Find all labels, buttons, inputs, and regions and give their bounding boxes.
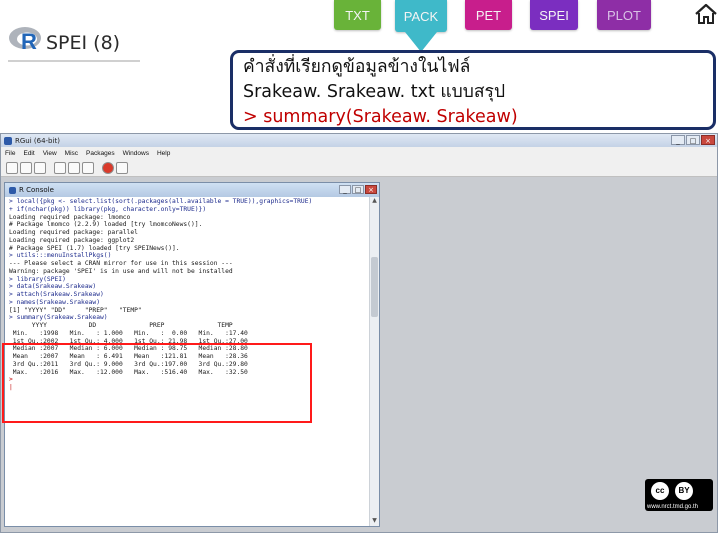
rgui-titlebar[interactable]: RGui (64-bit) _ □ × bbox=[1, 134, 717, 147]
menu-view[interactable]: View bbox=[43, 150, 57, 157]
console-line: Loading required package: lmomco bbox=[9, 213, 131, 221]
tab-spei[interactable]: SPEI bbox=[530, 0, 578, 30]
console-maximize-button[interactable]: □ bbox=[352, 185, 364, 194]
page-title: SPEI (8) bbox=[46, 32, 121, 54]
rgui-menubar: File Edit View Misc Packages Windows Hel… bbox=[1, 147, 717, 159]
tab-pack-label: PACK bbox=[403, 8, 439, 24]
console-scrollbar[interactable]: ▲ ▼ bbox=[369, 197, 379, 526]
console-line: # Package lmomco (2.2.9) loaded [try lmo… bbox=[9, 221, 203, 229]
r-console-controls: _ □ × bbox=[339, 185, 377, 194]
tab-pack[interactable]: PACK bbox=[395, 0, 447, 32]
maximize-button[interactable]: □ bbox=[686, 135, 700, 145]
by-icon: BY bbox=[675, 482, 693, 500]
cc-icon: cc bbox=[651, 482, 669, 500]
console-line: Min. :1998 Min. : 1.000 Min. : 0.00 Min.… bbox=[9, 329, 248, 337]
scroll-thumb[interactable] bbox=[371, 257, 378, 317]
copy-paste-icon[interactable] bbox=[82, 161, 94, 174]
console-line: YYYY DD PREP TEMP bbox=[9, 322, 233, 329]
home-icon[interactable] bbox=[694, 2, 718, 26]
tab-pet[interactable]: PET bbox=[465, 0, 512, 30]
console-line: > library(SPEI) bbox=[9, 275, 66, 283]
scroll-up-icon[interactable]: ▲ bbox=[370, 197, 379, 206]
console-line: --- Please select a CRAN mirror for use … bbox=[9, 260, 233, 267]
instruction-line-2: Srakeaw. Srakeaw. txt แบบสรุป bbox=[243, 82, 506, 102]
menu-misc[interactable]: Misc bbox=[65, 150, 78, 157]
scroll-down-icon[interactable]: ▼ bbox=[370, 517, 379, 526]
license-url: www.nrct.tmd.go.th bbox=[647, 504, 699, 510]
console-minimize-button[interactable]: _ bbox=[339, 185, 351, 194]
console-line: [1] "YYYY" "DD" "PREP" "TEMP" bbox=[9, 306, 142, 314]
console-line: > local({pkg <- select.list(sort(.packag… bbox=[9, 198, 313, 205]
tab-spei-label: SPEI bbox=[539, 7, 569, 23]
svg-text:R: R bbox=[21, 29, 37, 54]
console-line: Loading required package: ggplot2 bbox=[9, 236, 135, 244]
console-line: Loading required package: parallel bbox=[9, 229, 138, 236]
tab-plot[interactable]: PLOT bbox=[597, 0, 651, 30]
console-line: > attach(Srakeaw.Srakeaw) bbox=[9, 291, 104, 298]
load-workspace-icon[interactable] bbox=[20, 161, 32, 174]
console-line: > summary(Srakeaw.Srakeaw) bbox=[9, 314, 108, 322]
menu-help[interactable]: Help bbox=[157, 150, 170, 157]
open-script-icon[interactable] bbox=[6, 161, 18, 174]
menu-windows[interactable]: Windows bbox=[123, 150, 149, 157]
r-logo-icon: R bbox=[9, 27, 41, 54]
rgui-window: RGui (64-bit) _ □ × File Edit View Misc … bbox=[0, 133, 718, 533]
tab-txt[interactable]: TXT bbox=[334, 0, 381, 30]
rgui-app-icon bbox=[4, 136, 12, 145]
r-console-titlebar[interactable]: R Console _ □ × bbox=[5, 183, 379, 197]
console-line: + if(nchar(pkg)) library(pkg, character.… bbox=[9, 205, 207, 213]
console-close-button[interactable]: × bbox=[365, 185, 377, 194]
active-tab-arrow bbox=[405, 32, 437, 52]
cc-license-badge: cc BY www.nrct.tmd.go.th bbox=[645, 479, 713, 511]
menu-file[interactable]: File bbox=[5, 150, 15, 157]
print-icon[interactable] bbox=[116, 161, 128, 174]
r-console-title: R Console bbox=[19, 186, 54, 194]
r-console-icon bbox=[9, 186, 16, 194]
menu-edit[interactable]: Edit bbox=[23, 150, 34, 157]
console-line: > data(Srakeaw.Srakeaw) bbox=[9, 283, 97, 291]
tab-txt-label: TXT bbox=[345, 7, 370, 23]
rgui-window-controls: _ □ × bbox=[671, 135, 715, 145]
paste-icon[interactable] bbox=[68, 161, 80, 174]
tab-pet-label: PET bbox=[475, 7, 502, 23]
console-line: Warning: package 'SPEI' is in use and wi… bbox=[9, 267, 233, 275]
menu-packages[interactable]: Packages bbox=[86, 150, 115, 157]
minimize-button[interactable]: _ bbox=[671, 135, 685, 145]
stop-icon[interactable] bbox=[102, 161, 114, 174]
tab-plot-label: PLOT bbox=[607, 7, 641, 23]
instruction-command: > summary(Srakeaw. Srakeaw) bbox=[243, 107, 518, 127]
save-workspace-icon[interactable] bbox=[34, 161, 46, 174]
console-line: > utils:::menuInstallPkgs() bbox=[9, 252, 112, 260]
rgui-title: RGui (64-bit) bbox=[15, 136, 60, 145]
title-underline bbox=[8, 60, 140, 62]
close-button[interactable]: × bbox=[701, 135, 715, 145]
rgui-toolbar bbox=[1, 159, 717, 177]
console-line: > names(Srakeaw.Srakeaw) bbox=[9, 298, 100, 306]
copy-icon[interactable] bbox=[54, 161, 66, 174]
console-line: # Package SPEI (1.7) loaded [try SPEINew… bbox=[9, 244, 180, 252]
instruction-line-1: คำสั่งที่เรียกดูข้อมูลข้างในไฟล์ bbox=[243, 57, 471, 77]
instruction-box: คำสั่งที่เรียกดูข้อมูลข้างในไฟล์ Srakeaw… bbox=[230, 50, 716, 130]
summary-highlight-box bbox=[2, 343, 312, 423]
